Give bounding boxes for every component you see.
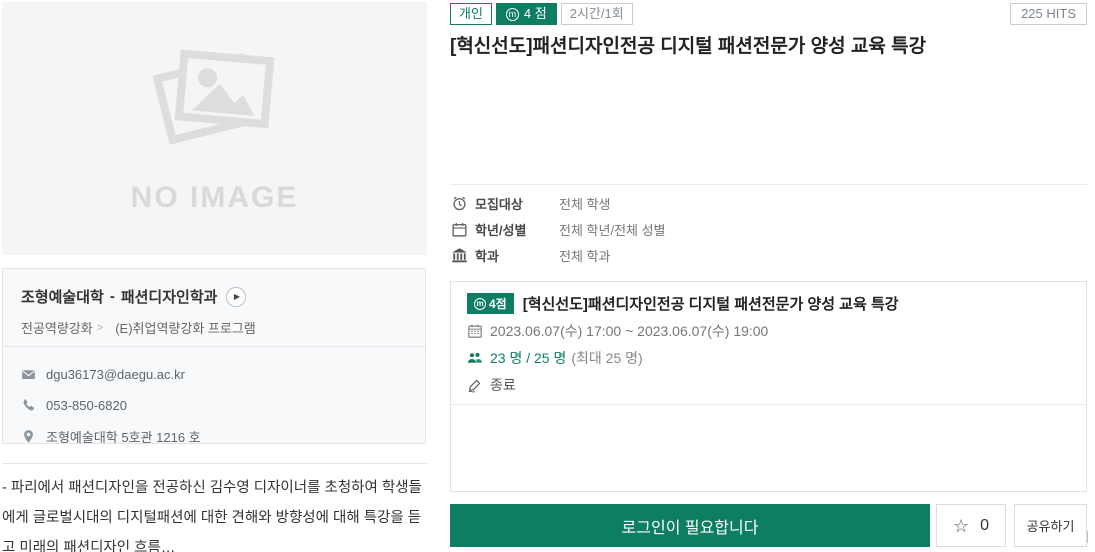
contact-row-phone: 053-850-6820 bbox=[21, 390, 407, 421]
mileage-icon: m bbox=[505, 7, 519, 21]
page-title: [혁신선도]패션디자인전공 디지털 패션전문가 양성 교육 특강 bbox=[450, 36, 927, 57]
chevron-right-icon: > bbox=[96, 321, 104, 334]
mail-icon bbox=[21, 367, 36, 382]
department-name-row: 조형예술대학 - 패션디자인학과 ▶ bbox=[21, 286, 407, 307]
hours-badge: 2시간/1회 bbox=[560, 3, 633, 25]
bank-icon bbox=[451, 247, 468, 264]
name-separator: - bbox=[109, 288, 115, 305]
program-image-placeholder: NO IMAGE bbox=[2, 2, 427, 255]
no-image-icon bbox=[152, 48, 274, 145]
clock-icon bbox=[451, 195, 468, 212]
session-score-label: 4점 bbox=[489, 297, 507, 311]
info-value: 전체 학과 bbox=[559, 248, 611, 264]
info-value: 전체 학생 bbox=[559, 196, 611, 212]
score-badge: m 4 점 bbox=[495, 3, 557, 25]
divider bbox=[450, 184, 1087, 185]
share-button[interactable]: 공유하기 bbox=[1014, 504, 1087, 547]
contact-row-email: dgu36173@daegu.ac.kr bbox=[21, 359, 407, 390]
session-score-badge: m 4점 bbox=[467, 293, 514, 314]
department-header: 조형예술대학 - 패션디자인학과 ▶ 전공역량강화 > (E)취업역량강화 프로… bbox=[3, 269, 425, 346]
capacity-max: (최대 25 명) bbox=[571, 350, 643, 366]
session-date: 2023.06.07(수) 17:00 ~ 2023.06.07(수) 19:0… bbox=[490, 323, 769, 339]
score-badge-label: 4 점 bbox=[523, 6, 547, 21]
contact-phone: 053-850-6820 bbox=[46, 398, 127, 413]
session-card: m 4점 [혁신선도]패션디자인전공 디지털 패션전문가 양성 교육 특강 20… bbox=[450, 281, 1087, 492]
pen-icon bbox=[467, 377, 483, 393]
session-capacity-row: 23 명 / 25 명 (최대 25 명) bbox=[467, 348, 1070, 368]
map-pin-icon bbox=[21, 429, 36, 444]
info-row-department: 학과 전체 학과 bbox=[451, 242, 1051, 268]
session-title: [혁신선도]패션디자인전공 디지털 패션전문가 양성 교육 특강 bbox=[522, 296, 899, 313]
program-description: - 파리에서 패션디자인을 전공하신 김수영 디자이너를 초청하여 학생들에게 … bbox=[2, 463, 428, 552]
department-panel: 조형예술대학 - 패션디자인학과 ▶ 전공역량강화 > (E)취업역량강화 프로… bbox=[2, 268, 426, 445]
calendar-icon bbox=[467, 323, 483, 339]
info-row-grade-gender: 학년/성별 전체 학년/전체 성별 bbox=[451, 216, 1051, 242]
login-required-button[interactable]: 로그인이 필요합니다 bbox=[450, 504, 930, 547]
info-value: 전체 학년/전체 성별 bbox=[559, 222, 666, 238]
contact-location: 조형예술대학 5호관 1216 호 bbox=[46, 430, 201, 445]
session-status: 종료 bbox=[490, 377, 516, 393]
college-name: 조형예술대학 bbox=[21, 289, 104, 306]
capacity-current: 23 명 / 25 명 bbox=[490, 350, 567, 366]
people-icon bbox=[467, 350, 483, 366]
mileage-icon: m bbox=[474, 297, 486, 310]
hits-badge: 225 HITS bbox=[1010, 3, 1087, 25]
expand-play-button[interactable]: ▶ bbox=[226, 286, 247, 307]
department-name: 패션디자인학과 bbox=[120, 289, 218, 306]
session-date-row: 2023.06.07(수) 17:00 ~ 2023.06.07(수) 19:0… bbox=[467, 321, 1070, 341]
contact-row-location: 조형예술대학 5호관 1216 호 bbox=[21, 421, 407, 452]
favorite-button[interactable]: ☆ 0 bbox=[936, 504, 1006, 547]
program-type-label: (E)취업역량강화 프로그램 bbox=[115, 321, 256, 336]
session-status-row: 종료 bbox=[467, 375, 1070, 395]
contact-list: dgu36173@daegu.ac.kr 053-850-6820 조형예술대학… bbox=[3, 346, 425, 452]
info-row-target: 모집대상 전체 학생 bbox=[451, 190, 1051, 216]
program-detail-page: NO IMAGE 개인 m 4 점 2시간/1회 225 HITS [혁신선도]… bbox=[0, 0, 1095, 552]
category-label: 전공역량강화 bbox=[21, 321, 93, 336]
contact-email: dgu36173@daegu.ac.kr bbox=[46, 367, 185, 382]
info-label: 학과 bbox=[475, 248, 499, 264]
program-category-row: 전공역량강화 > (E)취업역량강화 프로그램 bbox=[21, 318, 407, 337]
info-label: 모집대상 bbox=[475, 196, 523, 212]
calendar-icon bbox=[451, 221, 468, 238]
divider bbox=[451, 404, 1086, 405]
info-label: 학년/성별 bbox=[475, 222, 527, 238]
type-badge: 개인 bbox=[450, 3, 492, 25]
no-image-label: NO IMAGE bbox=[130, 180, 299, 214]
favorite-count: 0 bbox=[980, 516, 990, 534]
star-icon: ☆ bbox=[952, 515, 970, 536]
play-icon: ▶ bbox=[233, 292, 240, 301]
session-card-header: m 4점 [혁신선도]패션디자인전공 디지털 패션전문가 양성 교육 특강 bbox=[467, 293, 1070, 314]
phone-icon bbox=[21, 398, 36, 413]
program-badges: 개인 m 4 점 2시간/1회 bbox=[450, 3, 633, 25]
program-info-list: 모집대상 전체 학생 학년/성별 전체 학년/전체 성별 학과 전체 학과 bbox=[451, 190, 1051, 268]
